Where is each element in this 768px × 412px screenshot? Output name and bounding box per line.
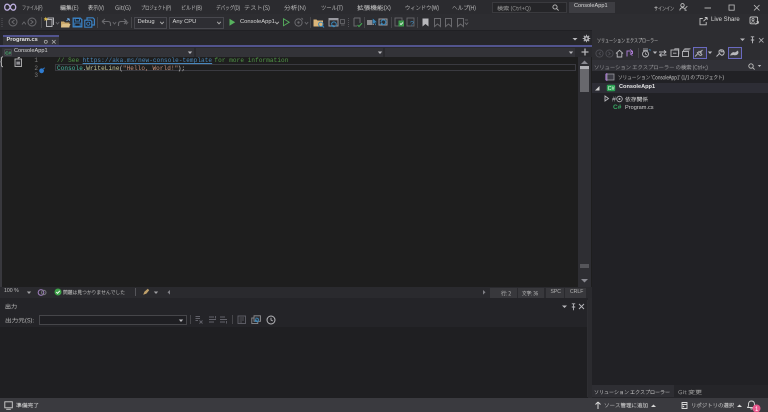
svg-text:C#: C#	[608, 86, 616, 92]
svg-text:?: ?	[410, 21, 414, 28]
svg-text:C#: C#	[5, 50, 11, 55]
svg-text:#: #	[612, 96, 616, 103]
